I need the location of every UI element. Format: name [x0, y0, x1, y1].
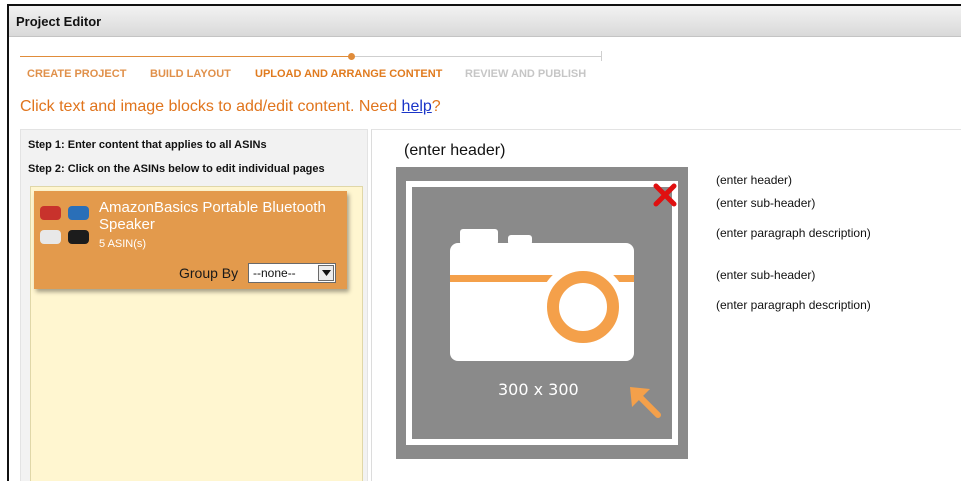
resize-arrow-icon[interactable] [628, 385, 662, 419]
progress-stepper: CREATE PROJECT BUILD LAYOUT UPLOAD AND A… [20, 50, 602, 80]
step-build-layout[interactable]: BUILD LAYOUT [150, 68, 231, 80]
window-title: Project Editor [16, 14, 102, 29]
asin-panel: Step 1: Enter content that applies to al… [20, 129, 368, 481]
close-icon[interactable] [652, 182, 678, 208]
camera-icon [450, 229, 634, 361]
image-size-label: 300 x 300 [498, 380, 579, 399]
group-by-select[interactable]: --none-- [248, 263, 336, 283]
group-by-value: --none-- [253, 266, 296, 280]
title-bar: Project Editor [9, 6, 961, 37]
instruction-prefix: Click text and image blocks to add/edit … [20, 98, 402, 115]
instruction-text: Click text and image blocks to add/edit … [20, 98, 441, 116]
side-paragraph-1[interactable]: (enter paragraph description) [716, 226, 871, 240]
side-sub-header-1[interactable]: (enter sub-header) [716, 196, 815, 210]
project-editor-window: Project Editor CREATE PROJECT BUILD LAYO… [7, 4, 961, 481]
stepper-progress-line [20, 56, 351, 57]
thumbnail-white [40, 230, 61, 244]
step2-instruction: Step 2: Click on the ASINs below to edit… [28, 163, 325, 175]
step-upload-and-arrange-content[interactable]: UPLOAD AND ARRANGE CONTENT [255, 68, 442, 80]
stepper-current-dot [348, 53, 355, 60]
step-create-project[interactable]: CREATE PROJECT [27, 68, 126, 80]
step-review-and-publish: REVIEW AND PUBLISH [465, 68, 587, 80]
side-paragraph-2[interactable]: (enter paragraph description) [716, 298, 871, 312]
help-link[interactable]: help [402, 98, 432, 115]
product-thumbnails [40, 206, 92, 252]
side-sub-header-2[interactable]: (enter sub-header) [716, 268, 815, 282]
thumbnail-blue [68, 206, 89, 220]
content-editor: (enter header) 300 x 300 (enter header) [371, 129, 961, 481]
product-card[interactable]: AmazonBasics Portable Bluetooth Speaker … [34, 191, 347, 289]
image-placeholder[interactable]: 300 x 300 [396, 167, 688, 459]
product-title: AmazonBasics Portable Bluetooth Speaker [99, 199, 326, 233]
thumbnail-black [68, 230, 89, 244]
group-by-label: Group By [179, 265, 239, 281]
step1-instruction: Step 1: Enter content that applies to al… [28, 139, 267, 151]
thumbnail-red [40, 206, 61, 220]
asin-count: 5 ASIN(s) [99, 238, 147, 250]
chevron-down-icon[interactable] [318, 265, 334, 281]
content-header[interactable]: (enter header) [404, 142, 505, 160]
stepper-remaining-line [351, 56, 601, 57]
instruction-suffix: ? [431, 98, 441, 115]
stepper-end-tick [601, 51, 602, 61]
asin-list[interactable]: AmazonBasics Portable Bluetooth Speaker … [30, 186, 363, 481]
side-header[interactable]: (enter header) [716, 173, 792, 187]
